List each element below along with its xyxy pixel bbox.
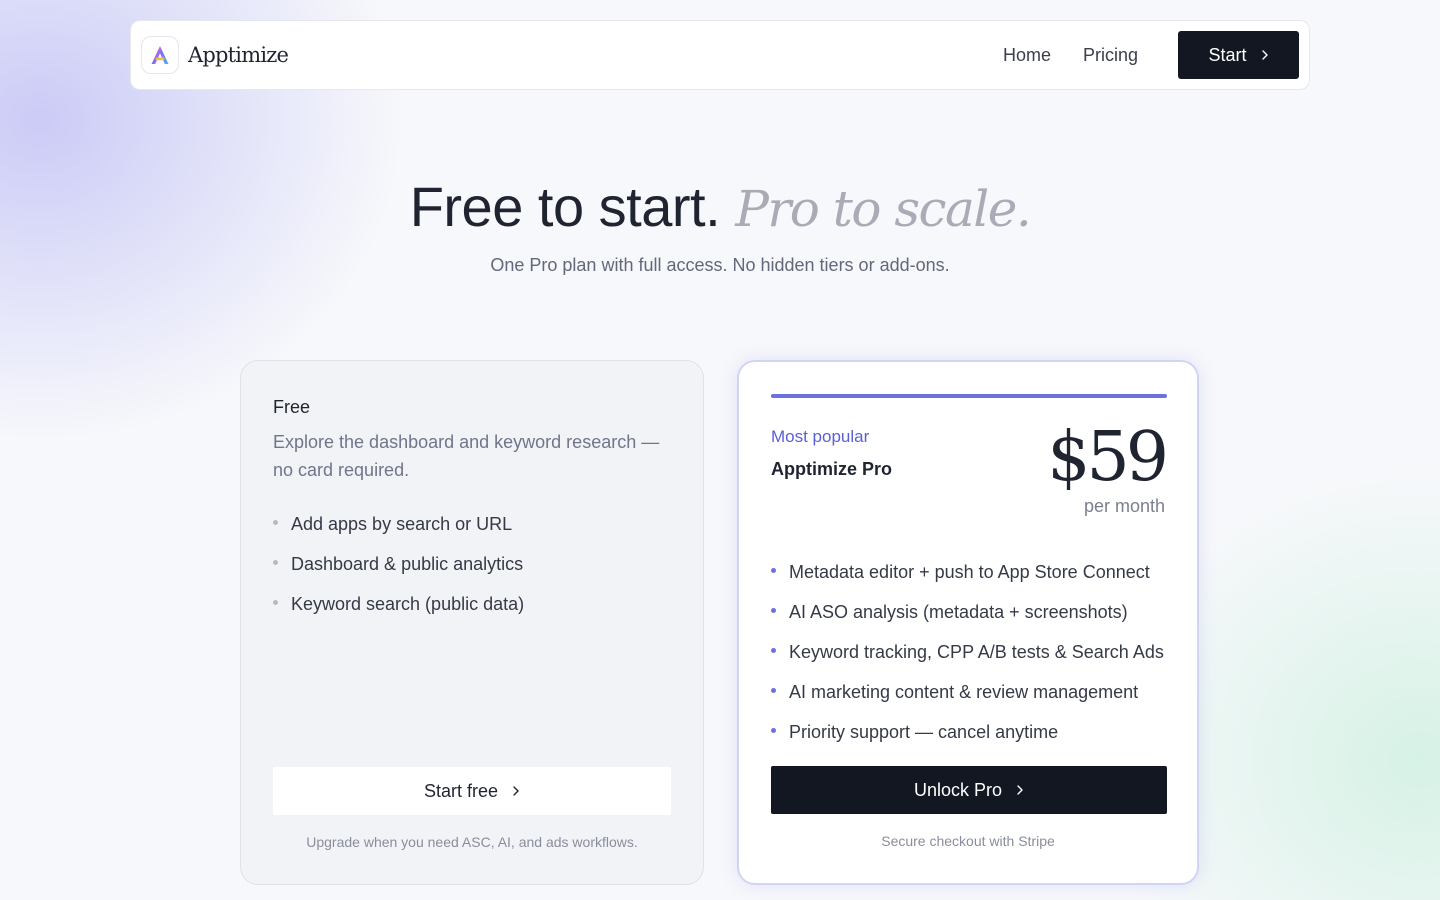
list-item: Keyword tracking, CPP A/B tests & Search… <box>771 640 1165 680</box>
unlock-pro-label: Unlock Pro <box>913 779 1003 800</box>
title-accent: Pro to scale. <box>735 180 1032 238</box>
chevron-right-icon <box>512 785 520 797</box>
brand[interactable]: Apptimize <box>141 36 289 74</box>
hero: Free to start. Pro to scale. One Pro pla… <box>0 174 1440 276</box>
nav-link-pricing[interactable]: Pricing <box>1083 45 1138 66</box>
pro-plan-name: Apptimize Pro <box>771 459 893 479</box>
list-item: Metadata editor + push to App Store Conn… <box>771 560 1165 600</box>
price: $59 <box>1047 418 1169 497</box>
list-item: AI marketing content & review management <box>771 680 1165 720</box>
start-button[interactable]: Start <box>1178 31 1299 79</box>
free-plan-name: Free <box>273 397 311 417</box>
top-nav: Apptimize Home Pricing Start <box>130 20 1310 90</box>
free-plan-note: Upgrade when you need ASC, AI, and ads w… <box>306 834 638 850</box>
brand-name: Apptimize <box>188 43 289 67</box>
start-free-label: Start free <box>423 780 499 801</box>
list-item: Dashboard & public analytics <box>273 552 671 592</box>
list-item: Add apps by search or URL <box>273 512 671 552</box>
free-feature-list: Add apps by search or URL Dashboard & pu… <box>273 512 671 632</box>
list-item: Keyword search (public data) <box>273 592 671 632</box>
nav-link-home[interactable]: Home <box>1003 45 1051 66</box>
pro-accent-bar <box>771 394 1167 398</box>
apptimize-logo-icon <box>141 36 179 74</box>
nav-right: Home Pricing Start <box>1003 31 1299 79</box>
free-plan-description: Explore the dashboard and keyword resear… <box>273 432 660 480</box>
pro-header: Most popular Apptimize Pro $59 per month <box>771 422 1169 544</box>
price-block: $59 per month <box>1047 422 1169 544</box>
list-item: AI ASO analysis (metadata + screenshots) <box>771 600 1165 640</box>
list-item: Priority support — cancel anytime <box>771 720 1165 760</box>
free-plan-card: Free Explore the dashboard and keyword r… <box>240 360 704 885</box>
unlock-pro-button[interactable]: Unlock Pro <box>771 766 1167 814</box>
pro-feature-list: Metadata editor + push to App Store Conn… <box>771 560 1165 760</box>
chevron-right-icon <box>1261 49 1269 61</box>
pro-plan-card: Most popular Apptimize Pro $59 per month… <box>737 360 1199 885</box>
chevron-right-icon <box>1016 784 1024 796</box>
hero-subtitle: One Pro plan with full access. No hidden… <box>490 255 950 275</box>
price-period: per month <box>1083 496 1165 516</box>
start-free-button[interactable]: Start free <box>273 767 671 815</box>
start-button-label: Start <box>1208 44 1247 65</box>
page-title: Free to start. Pro to scale. <box>0 174 1440 239</box>
title-main: Free to start. <box>409 175 721 238</box>
most-popular-badge: Most popular <box>771 427 870 446</box>
secure-checkout-note: Secure checkout with Stripe <box>881 833 1055 849</box>
